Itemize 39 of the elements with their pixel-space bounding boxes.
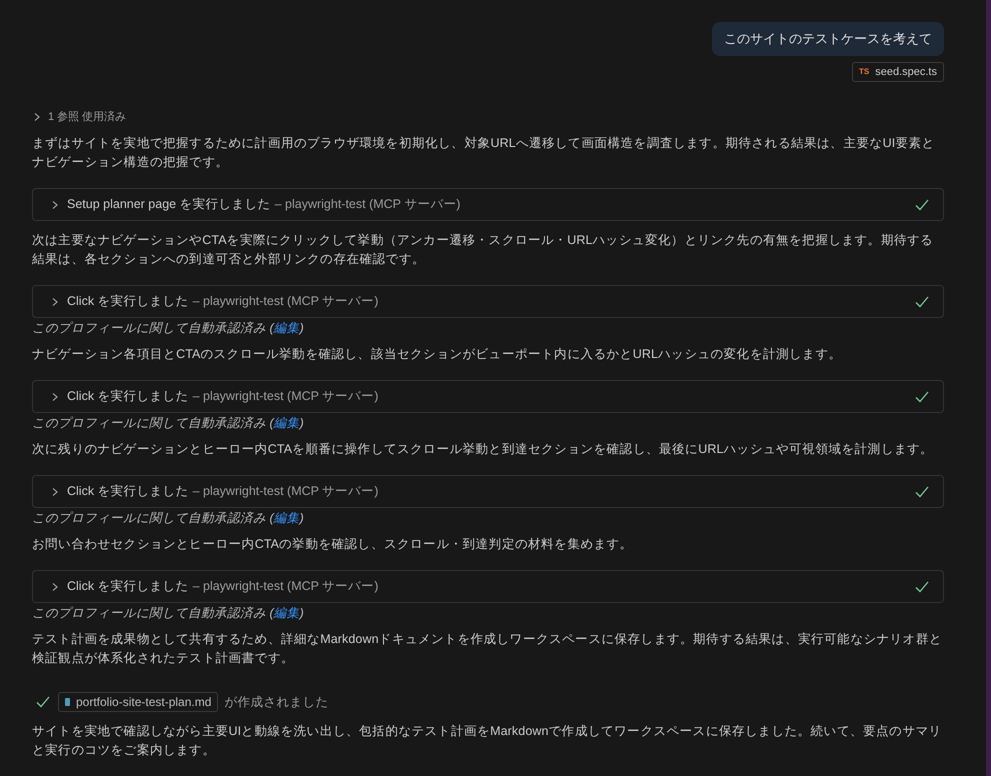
- tool-call-row[interactable]: Click を実行しました – playwright-test (MCP サーバー): [32, 475, 944, 508]
- typescript-icon: TS: [859, 66, 870, 78]
- paragraph: サイトを実地で確認しながら主要UIと動線を洗い出し、包括的なテスト計画をMarkdownで作成してワークスペースに保存しました。続いて、要点のサマリと実行のコツをご案内します。: [32, 723, 943, 759]
- tool-call-row[interactable]: Click を実行しました – playwright-test (MCP サーバー): [32, 570, 944, 603]
- attachment-chip[interactable]: TS seed.spec.ts: [852, 62, 944, 82]
- edit-link[interactable]: 編集: [274, 321, 300, 335]
- paragraph: 次に残りのナビゲーションとヒーロー内CTAを順番に操作してスクロール挙動と到達セクションを確認し、最後にURLハッシュや可視領域を計測します。: [32, 441, 934, 458]
- tool-action: Click を実行しました: [67, 388, 189, 406]
- file-chip[interactable]: portfolio-site-test-plan.md: [58, 692, 218, 712]
- file-name: seed.spec.ts: [875, 64, 937, 80]
- tool-action: Click を実行しました: [67, 483, 189, 500]
- tool-server: – playwright-test (MCP サーバー): [192, 388, 378, 406]
- paragraph: ナビゲーション各項目とCTAのスクロール挙動を確認し、該当セクションがビューポート内に入るかとURLハッシュの変化を計測します。: [32, 346, 842, 363]
- paragraph: 次は主要なナビゲーションやCTAを実際にクリックして挙動（アンカー遷移・スクロール・URLハッシュ変化）とリンク先の有無を把握します。期待する結果は、各セクションへの到達可否と外部リンクの存在確認です。: [32, 232, 934, 268]
- tool-action: Click を実行しました: [67, 293, 189, 310]
- markdown-icon: [65, 698, 70, 706]
- approval-note: このプロフィールに関して自動承認済み (編集): [32, 320, 305, 337]
- status-text: が作成されました: [224, 694, 328, 711]
- paragraph: お問い合わせセクションとヒーロー内CTAの挙動を確認し、スクロール・到達判定の材料を集めます。: [32, 536, 634, 553]
- paragraph: テスト計画を成果物として共有するため、詳細なMarkdownドキュメントを作成しワークスペースに保存します。期待する結果は、実行可能なシナリオ群と検証観点が体系化されたテスト計画書です。: [32, 631, 943, 667]
- tool-server: – playwright-test (MCP サーバー): [192, 578, 378, 596]
- user-message: このサイトのテストケースを考えて: [712, 22, 944, 56]
- file-name: portfolio-site-test-plan.md: [76, 694, 212, 711]
- approval-note: このプロフィールに関して自動承認済み (編集): [32, 510, 305, 527]
- tool-action: Click を実行しました: [67, 578, 189, 596]
- paragraph: まずはサイトを実地で把握するために計画用のブラウザ環境を初期化し、対象URLへ遷移して画面構造を調査します。期待される結果は、主要なUI要素とナビゲーション構造の把握です。: [32, 135, 936, 171]
- edit-link[interactable]: 編集: [274, 606, 300, 620]
- edit-link[interactable]: 編集: [274, 511, 300, 525]
- tool-server: – playwright-test (MCP サーバー): [192, 293, 378, 310]
- references-toggle[interactable]: 1 参照 使用済み: [32, 108, 944, 126]
- tool-call-row[interactable]: Click を実行しました – playwright-test (MCP サーバー): [32, 285, 944, 318]
- tool-server: – playwright-test (MCP サーバー): [192, 483, 378, 500]
- tool-call-row[interactable]: Setup planner page を実行しました – playwright-test (MCP サーバー): [32, 188, 944, 221]
- tool-server: – playwright-test (MCP サーバー): [274, 196, 460, 214]
- tool-action: Setup planner page を実行しました: [67, 196, 271, 214]
- approval-note: このプロフィールに関して自動承認済み (編集): [32, 605, 305, 622]
- approval-note: このプロフィールに関して自動承認済み (編集): [32, 415, 305, 432]
- edit-link[interactable]: 編集: [274, 416, 300, 430]
- tool-call-row[interactable]: Click を実行しました – playwright-test (MCP サーバー): [32, 380, 944, 413]
